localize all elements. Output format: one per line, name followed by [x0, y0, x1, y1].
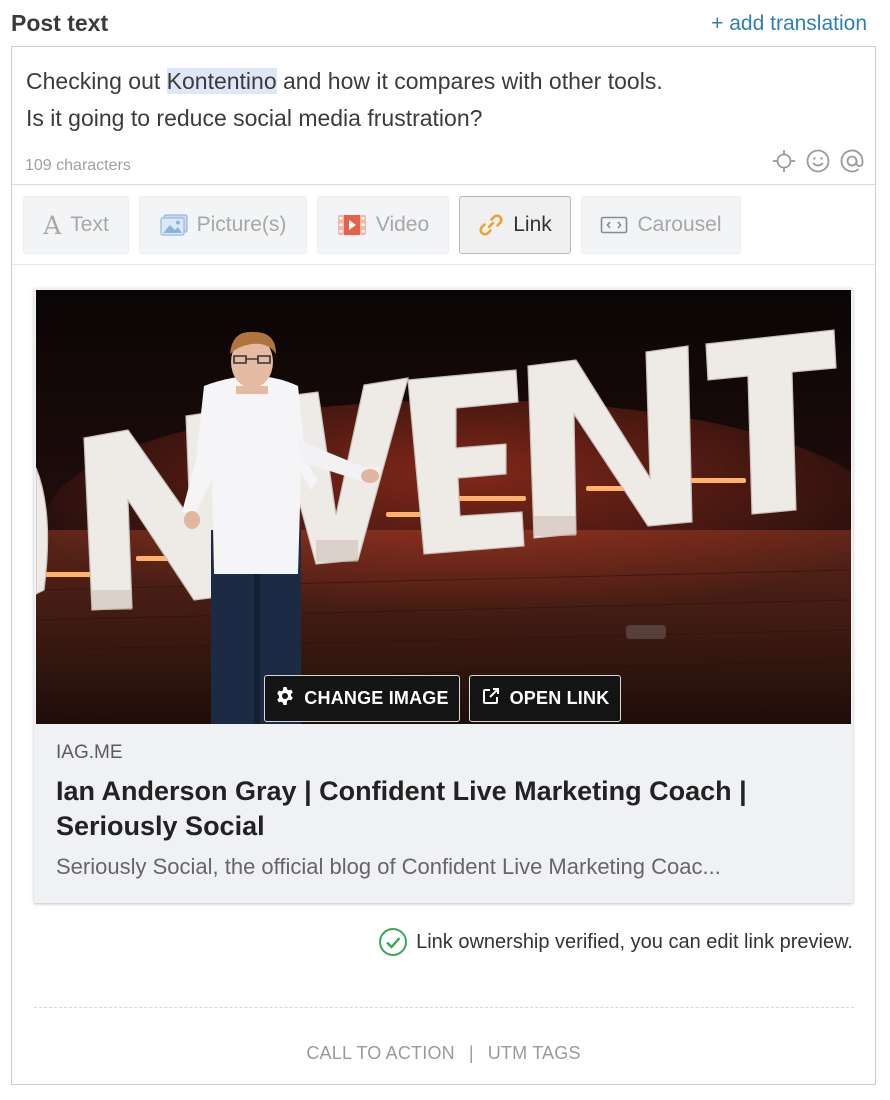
- smiley-icon[interactable]: [805, 148, 831, 174]
- highlighted-word: Kontentino: [166, 68, 277, 94]
- call-to-action-link[interactable]: CALL TO ACTION: [306, 1043, 455, 1064]
- carousel-icon: [600, 215, 628, 235]
- post-type-video-button[interactable]: Video: [317, 196, 449, 254]
- divider: [12, 184, 875, 185]
- post-text-area[interactable]: Checking out Kontentino and how it compa…: [26, 63, 856, 137]
- external-link-icon: [481, 686, 501, 711]
- footer-links: CALL TO ACTION | UTM TAGS: [12, 1043, 875, 1064]
- at-sign-icon[interactable]: [839, 148, 865, 174]
- link-icon: [478, 212, 504, 238]
- video-icon: [337, 214, 367, 236]
- post-type-pictures-button[interactable]: Picture(s): [139, 196, 307, 254]
- change-image-label: CHANGE IMAGE: [304, 688, 449, 708]
- post-type-carousel-button[interactable]: Carousel: [581, 196, 741, 254]
- divider: [12, 264, 875, 265]
- check-circle-icon: [378, 927, 408, 957]
- link-preview-card: CHANGE IMAGE OPEN LINK IAG.ME Ian Anders…: [34, 288, 853, 903]
- post-type-label: Link: [513, 213, 552, 236]
- post-text-header: Post text + add translation: [11, 8, 867, 38]
- gear-icon: [275, 686, 295, 711]
- footer-separator: |: [468, 1043, 474, 1063]
- post-type-link-button[interactable]: Link: [459, 196, 571, 254]
- post-type-label: Text: [70, 213, 109, 236]
- post-type-label: Picture(s): [196, 213, 287, 236]
- preview-domain: IAG.ME: [56, 742, 123, 763]
- text-icon: A: [43, 210, 62, 240]
- preview-title[interactable]: Ian Anderson Gray | Confident Live Marke…: [56, 774, 826, 844]
- dashed-divider: [34, 1007, 854, 1008]
- post-text-line-2: Is it going to reduce social media frust…: [26, 105, 483, 131]
- link-ownership-status: Link ownership verified, you can edit li…: [378, 927, 853, 957]
- preview-description[interactable]: Seriously Social, the official blog of C…: [56, 854, 836, 880]
- crosshair-icon[interactable]: [771, 148, 797, 174]
- text-tools: [771, 147, 865, 175]
- utm-tags-link[interactable]: UTM TAGS: [488, 1043, 581, 1064]
- post-text-line-1: Checking out Kontentino and how it compa…: [26, 63, 856, 100]
- section-title: Post text: [11, 10, 109, 36]
- character-count: 109 characters: [25, 157, 131, 174]
- open-link-button[interactable]: OPEN LINK: [469, 675, 621, 722]
- open-link-label: OPEN LINK: [509, 688, 610, 708]
- post-text-segment: Checking out: [26, 68, 167, 94]
- add-translation-link[interactable]: + add translation: [711, 12, 867, 36]
- verified-text: Link ownership verified, you can edit li…: [416, 930, 853, 953]
- picture-icon: [159, 214, 188, 236]
- post-type-label: Video: [375, 213, 430, 236]
- post-type-selector: A Text Picture(s) Video Link Carousel: [23, 196, 741, 254]
- post-type-label: Carousel: [637, 213, 722, 236]
- link-preview-image: [36, 290, 851, 724]
- post-editor-panel: Checking out Kontentino and how it compa…: [11, 46, 876, 1085]
- post-type-text-button[interactable]: A Text: [23, 196, 129, 254]
- change-image-button[interactable]: CHANGE IMAGE: [264, 675, 460, 722]
- post-text-segment: and how it compares with other tools.: [276, 68, 663, 94]
